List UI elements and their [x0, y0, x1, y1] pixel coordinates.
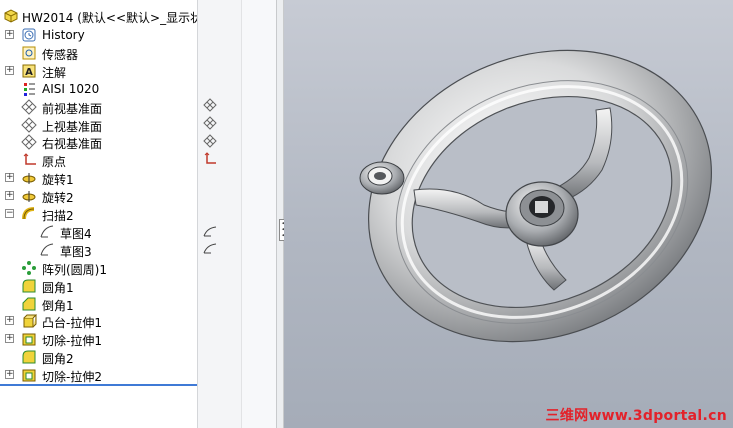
tree-item-label: 原点 — [42, 155, 67, 170]
part-icon — [3, 8, 19, 24]
tree-icon-column — [197, 0, 241, 428]
tree-rollback-bar[interactable] — [0, 384, 197, 386]
tree-item-label: 旋转1 — [42, 173, 74, 188]
tree-item-label: 上视基准面 — [42, 119, 103, 134]
panel-splitter[interactable] — [276, 0, 284, 428]
tree-item-label: 草图4 — [60, 226, 92, 241]
watermark-text: 三维网www.3dportal.cn — [545, 408, 727, 424]
expand-icon[interactable]: + — [5, 191, 14, 201]
tree-item[interactable]: + 旋转1 — [0, 169, 197, 187]
origin-icon — [21, 152, 37, 168]
origin-icon — [203, 152, 217, 166]
expand-icon[interactable]: + — [5, 173, 14, 183]
expand-icon[interactable]: + — [5, 65, 14, 75]
plane-icon — [21, 134, 37, 151]
tree-item[interactable]: − 扫描2 — [0, 205, 197, 223]
history-icon — [21, 27, 37, 43]
tree-item-label: 阵列(圆周)1 — [42, 262, 107, 277]
collapse-icon[interactable]: − — [5, 209, 14, 218]
tree-item[interactable]: 右视基准面 — [0, 133, 197, 151]
plane-icon — [203, 134, 217, 148]
plane-icon — [203, 116, 217, 130]
tree-item-label: 圆角1 — [42, 280, 74, 295]
plane-icon — [21, 98, 37, 115]
tree-item-label: 前视基准面 — [42, 101, 103, 116]
tree-item-label: 圆角2 — [42, 352, 74, 367]
tree-item-label: 切除-拉伸2 — [42, 370, 102, 385]
tree-item[interactable]: 倒角1 — [0, 295, 197, 313]
pattern-icon — [21, 260, 37, 276]
tree-item-label: 切除-拉伸1 — [42, 334, 102, 349]
tree-item[interactable]: + 凸台-拉伸1 — [0, 312, 197, 330]
expand-icon[interactable]: + — [5, 30, 14, 39]
tree-item[interactable]: + 旋转2 — [0, 187, 197, 205]
panel-spacer — [241, 0, 500, 428]
tree-item[interactable]: 原点 — [0, 151, 197, 169]
tree-item[interactable]: + 切除-拉伸2 — [0, 366, 197, 384]
tree-item[interactable]: 草图4 — [0, 223, 197, 241]
plane-icon — [21, 116, 37, 133]
fillet-icon — [21, 349, 37, 365]
tree-item-label: 倒角1 — [42, 298, 74, 313]
material-icon — [21, 81, 37, 97]
tree-item-label: 草图3 — [60, 244, 92, 259]
tree-item-label: 右视基准面 — [42, 137, 103, 152]
expand-icon[interactable]: + — [5, 370, 14, 380]
sketch-icon — [39, 242, 55, 258]
tree-item[interactable]: + A 注解 — [0, 62, 197, 80]
cut-extrude-icon — [21, 331, 37, 347]
tree-item-label: 旋转2 — [42, 191, 74, 206]
tree-item[interactable]: 圆角1 — [0, 277, 197, 295]
tree-item[interactable]: 圆角2 — [0, 348, 197, 366]
tree-item[interactable]: 传感器 — [0, 44, 197, 62]
expand-icon[interactable]: + — [5, 334, 14, 344]
sweep-icon — [21, 206, 37, 222]
chamfer-icon — [21, 296, 37, 312]
tree-item[interactable]: + History — [0, 26, 197, 44]
tree-item[interactable]: + 切除-拉伸1 — [0, 330, 197, 348]
handwheel-model[interactable] — [284, 0, 733, 428]
feature-tree-panel: HW2014 (默认<<默认>_显示状 + History 传感器 + A 注解 AISI … — [0, 0, 197, 428]
tree-item-label: AISI 1020 — [42, 81, 100, 96]
sketch-icon — [203, 225, 217, 239]
annotation-icon: A — [21, 63, 37, 79]
plane-icon — [203, 98, 217, 112]
tree-item[interactable]: 阵列(圆周)1 — [0, 259, 197, 277]
expand-icon[interactable]: + — [5, 316, 14, 326]
tree-item-label: 注解 — [42, 65, 67, 80]
revolve-icon — [21, 188, 37, 204]
revolve-icon — [21, 170, 37, 186]
svg-text:A: A — [25, 67, 33, 78]
sensor-icon — [21, 45, 37, 61]
part-title[interactable]: HW2014 (默认<<默认>_显示状 — [22, 9, 197, 26]
tree-item-label: 扫描2 — [42, 209, 74, 223]
sketch-icon — [39, 224, 55, 240]
tree-item[interactable]: AISI 1020 — [0, 80, 197, 98]
extrude-icon — [21, 313, 37, 329]
sketch-icon — [203, 242, 217, 256]
fillet-icon — [21, 278, 37, 294]
tree-item-label: 凸台-拉伸1 — [42, 316, 102, 331]
tree-item-label: 传感器 — [42, 47, 79, 62]
tree-item[interactable]: 前视基准面 — [0, 98, 197, 116]
tree-item[interactable]: 草图3 — [0, 241, 197, 259]
tree-item-label: History — [42, 28, 85, 42]
graphics-viewport[interactable]: 三维网www.3dportal.cn — [284, 0, 733, 428]
cut-extrude-icon — [21, 367, 37, 383]
tree-item[interactable]: 上视基准面 — [0, 116, 197, 134]
